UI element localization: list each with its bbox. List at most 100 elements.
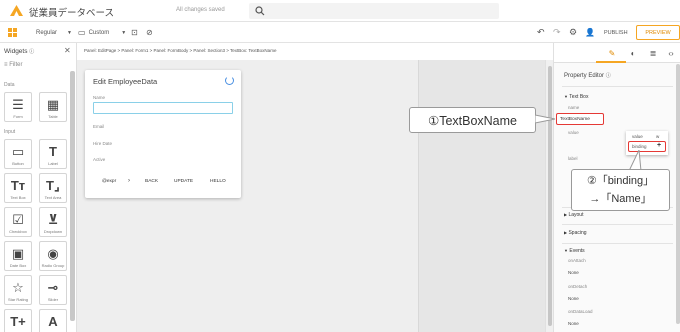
popup-value-option[interactable]: value [632,134,643,139]
widget-tile-label[interactable]: T Label [39,139,67,169]
widget-filter-input[interactable]: ≡ Filter [4,62,23,68]
widget-tile-date-box[interactable]: ▣ Date Box [4,241,32,271]
table-icon: ▦ [46,96,60,112]
section-spacing[interactable]: ▶ Spacing [564,230,587,236]
section-text-box[interactable]: ▼ Text Box [564,94,588,100]
dropdown-icon: ⊻ [47,211,59,227]
widget-tile-label: Table [48,114,58,119]
preview-button[interactable]: PREVIEW [636,25,680,40]
widget-tile-button[interactable]: ▭ Button [4,139,32,169]
canvas-scrollbar[interactable] [545,60,553,332]
expr-button[interactable]: @expr [102,179,116,184]
callout-arrow-1 [535,114,556,124]
top-bar: 従業員データベース All changes saved [0,0,680,22]
palette-icon[interactable]: ◐ [627,47,639,59]
form-button-row: @expr › BACK UPDATE HELLO [85,178,241,189]
add-user-icon[interactable]: 👤 [585,22,595,43]
field-label-name: Name [93,95,106,100]
search-icon [255,6,265,16]
field-label-hire-date: Hire Date [93,141,113,146]
text-area-icon: T⌟ [45,177,61,193]
widget-tile-radio-group[interactable]: ◉ Radio Group [39,241,67,271]
name-input[interactable] [93,102,233,114]
widgets-scrollbar[interactable] [70,71,75,321]
widget-tile-label: Radio Group [41,263,65,268]
undo-icon[interactable]: ↶ [537,22,545,43]
gear-icon[interactable]: ⚙ [569,22,577,43]
widget-tile-label: Label [48,161,58,166]
publish-button[interactable]: PUBLISH [604,22,628,43]
chevron-right-icon[interactable]: › [128,178,130,184]
hello-button[interactable]: HELLO [210,179,226,184]
widget-tile-label: Button [12,161,24,166]
event-value-ondetach[interactable]: None [568,296,579,301]
chevron-down-icon: ▼ [121,29,127,36]
chevron-right-icon: ▶ [564,212,568,217]
section-events[interactable]: ▼ Events [564,248,585,254]
chevron-right-icon: ▶ [564,230,568,235]
update-button[interactable]: UPDATE [174,179,193,184]
button-icon: ▭ [11,143,25,159]
widgets-title: Widgets ⓘ [4,48,35,55]
redo-icon[interactable]: ↷ [553,22,561,43]
canvas-column [418,60,545,332]
widget-tile-table[interactable]: ▦ Table [39,92,67,122]
search-input[interactable] [249,3,499,19]
prop-name-label: name [568,105,580,110]
hide-icon[interactable]: ⊘ [146,22,153,43]
back-button[interactable]: BACK [145,179,158,184]
widget-tile-label: Text Area [44,195,62,200]
font-icon: A [48,314,58,329]
widget-tile-dropdown[interactable]: ⊻ Dropdown [39,207,67,237]
popup-w-option[interactable]: w [656,134,659,139]
widget-tile-font[interactable]: A [39,309,67,332]
widget-tile-text-box[interactable]: Tт Text Box [4,173,32,203]
close-icon[interactable]: ✕ [64,46,71,55]
pencil-icon[interactable]: ✎ [606,47,618,59]
form-title: Edit EmployeeData [93,77,158,86]
star-rating-icon: ☆ [12,279,24,295]
callout-textboxname: ①TextBoxName [409,107,536,133]
style-select[interactable]: Regular ▼ [36,22,72,43]
help-icon: ⓘ [29,49,35,55]
divider [562,243,673,244]
event-value-onattach[interactable]: None [568,270,579,275]
device-select[interactable]: ▭ Custom ▼ [78,22,126,43]
breadcrumb[interactable]: Panel: EditPage > Panel: Form1 > Panel: … [84,48,276,53]
widget-tile-label: Dropdown [43,229,63,234]
widget-tile-label: Star Rating [7,297,28,302]
widget-tile-slider[interactable]: ⊸ Slider [39,275,67,305]
section-layout[interactable]: ▶ Layout [564,212,583,218]
chevron-down-icon: ▼ [67,29,72,36]
widget-tile-label: Text Box [10,195,26,200]
text-box-icon: Tт [10,178,26,193]
text-plus-icon: T+ [10,314,26,329]
frame-icon[interactable]: ⊡ [131,22,138,43]
grid-menu-icon[interactable] [8,22,17,43]
date-box-icon: ▣ [11,245,25,261]
section-label-input: Input [4,129,16,135]
prop-value-label: value [568,130,579,135]
widget-tile-label: Checkbox [9,229,27,234]
plus-icon: + [657,142,662,149]
code-icon[interactable]: ‹› [665,47,677,59]
radio-group-icon: ◉ [47,245,59,261]
help-icon: ⓘ [605,73,611,79]
widget-tile-text-plus[interactable]: T+ [4,309,32,332]
event-label-onattach: onAttach [568,258,586,263]
field-label-active: Active [93,157,106,162]
toolbar: Regular ▼ ▭ Custom ▼ ⊡ ⊘ ↶ ↷ ⚙ 👤 PUBLISH… [0,22,680,43]
app-logo-icon [10,5,23,16]
widget-tile-star-rating[interactable]: ☆ Star Rating [4,275,32,305]
edit-form-card[interactable]: Edit EmployeeData Name Email Hire Date A… [85,70,241,198]
event-value-ondataload[interactable]: None [568,321,579,326]
widget-tile-label: Form [13,114,23,119]
layers-icon[interactable]: ≣ [647,47,659,59]
event-label-ondetach: onDetach [568,284,588,289]
widget-tile-form[interactable]: ☰ Form [4,92,32,122]
name-property-input[interactable]: TextBoxName [556,113,604,125]
property-scrollbar[interactable] [676,64,680,324]
widget-tile-checkbox[interactable]: ☑ Checkbox [4,207,32,237]
widget-tile-text-area[interactable]: T⌟ Text Area [39,173,67,203]
app-title: 従業員データベース [29,8,115,19]
